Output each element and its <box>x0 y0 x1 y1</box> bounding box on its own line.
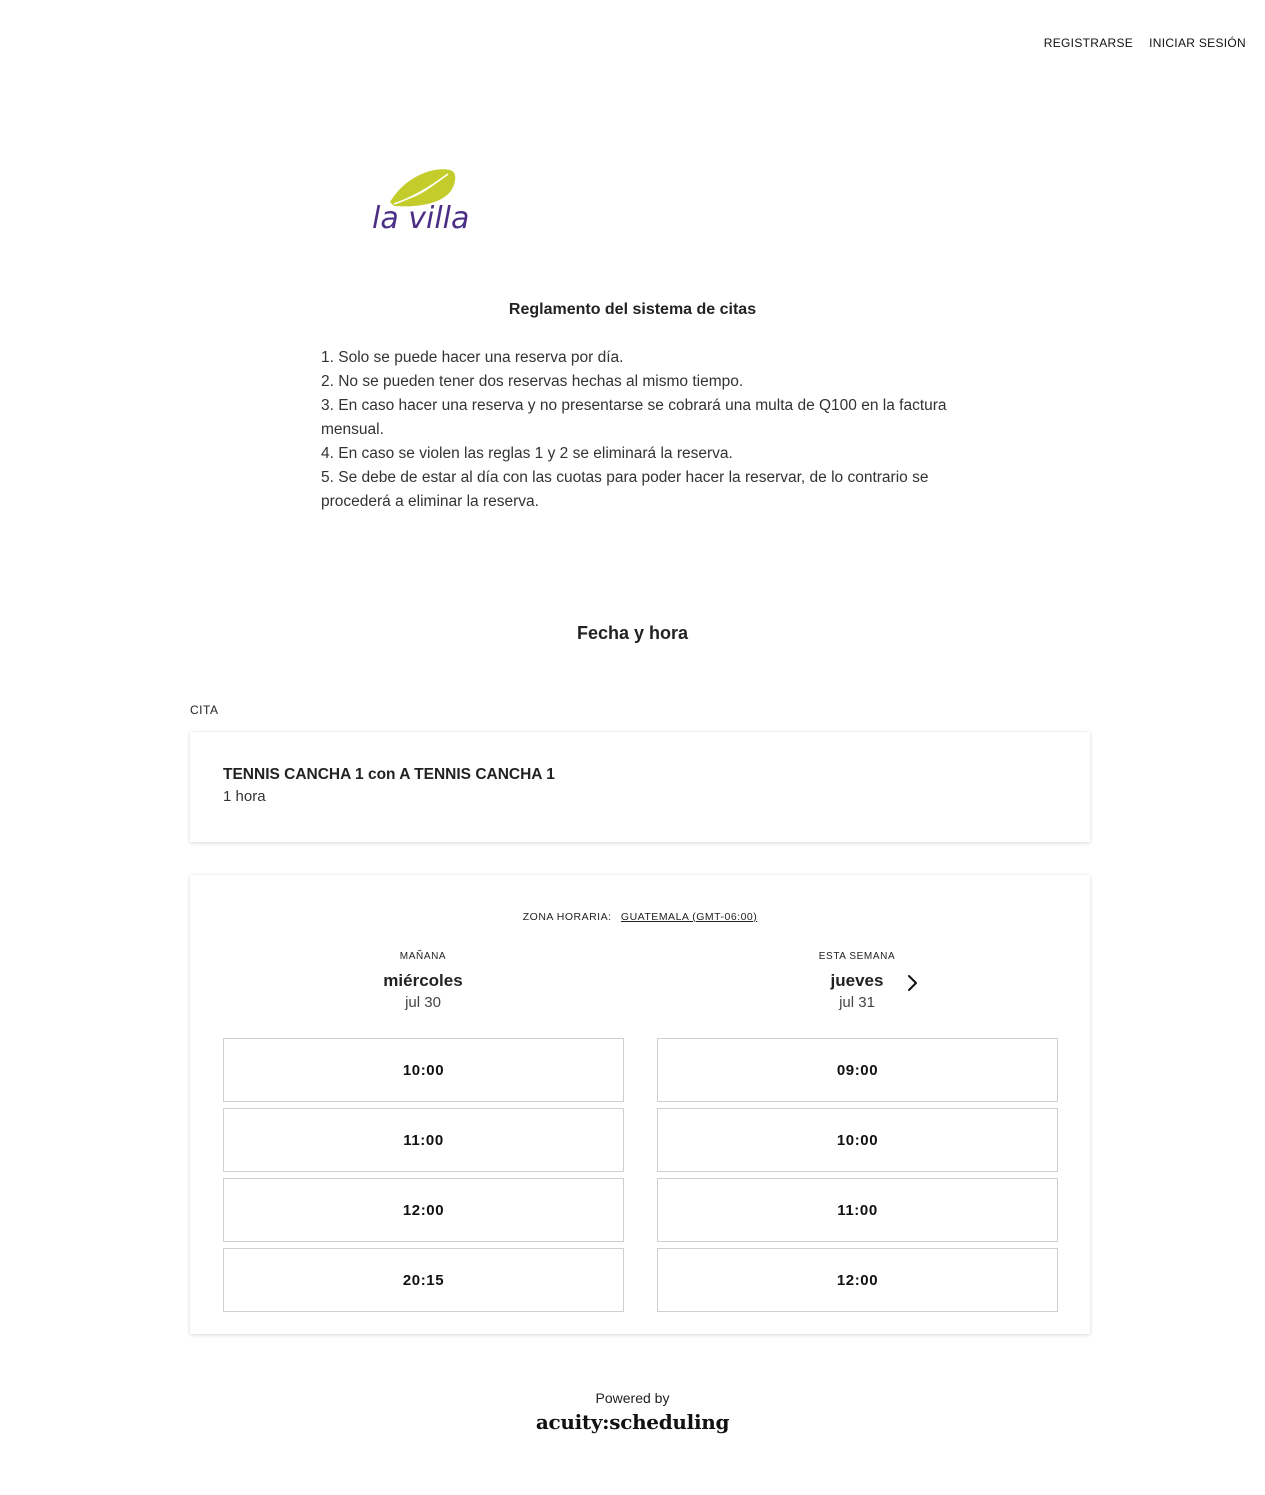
appointment-duration: 1 hora <box>223 788 266 805</box>
section-title: Fecha y hora <box>576 623 689 643</box>
chevron-right-icon[interactable] <box>902 973 922 993</box>
time-slot-button[interactable]: 11:00 <box>657 1178 1058 1242</box>
day-date: jul 31 <box>839 994 875 1011</box>
rule-item: 1. Solo se puede hacer una reserva por d… <box>321 349 624 366</box>
login-link[interactable]: INICIAR SESIÓN <box>1149 36 1246 50</box>
rules-title: Reglamento del sistema de citas <box>508 301 757 318</box>
time-slots-wednesday: 10:00 11:00 12:00 20:15 <box>223 1038 624 1318</box>
appointment-card[interactable]: TENNIS CANCHA 1 con A TENNIS CANCHA 1 1 … <box>190 732 1090 842</box>
appointment-label: CITA <box>190 703 219 717</box>
timezone-label: ZONA HORARIA: <box>522 911 612 923</box>
powered-by-label: Powered by <box>595 1390 670 1406</box>
day-name: miércoles <box>383 971 463 990</box>
top-nav: REGISTRARSE INICIAR SESIÓN <box>1044 36 1246 50</box>
time-slot-button[interactable]: 20:15 <box>223 1248 624 1312</box>
rule-item: 5. Se debe de estar al día con las cuota… <box>321 469 929 510</box>
rule-item: 3. En caso hacer una reserva y no presen… <box>321 397 947 438</box>
calendar-card: ZONA HORARIA: GUATEMALA (GMT-06:00) MAÑA… <box>190 875 1090 1334</box>
register-link[interactable]: REGISTRARSE <box>1044 36 1133 50</box>
svg-text:la villa: la villa <box>372 201 469 236</box>
day-header-thursday: ESTA SEMANA jueves jul 31 <box>657 951 1057 1011</box>
time-slot-button[interactable]: 11:00 <box>223 1108 624 1172</box>
day-header-wednesday: MAÑANA miércoles jul 30 <box>223 951 623 1011</box>
time-slot-button[interactable]: 12:00 <box>657 1248 1058 1312</box>
rule-item: 4. En caso se violen las reglas 1 y 2 se… <box>321 445 733 462</box>
day-date: jul 30 <box>405 994 441 1011</box>
time-slot-button[interactable]: 12:00 <box>223 1178 624 1242</box>
rules-list: 1. Solo se puede hacer una reserva por d… <box>321 346 951 514</box>
day-name: jueves <box>830 971 884 990</box>
time-slot-button[interactable]: 10:00 <box>223 1038 624 1102</box>
day-tag: MAÑANA <box>399 951 447 962</box>
time-slot-button[interactable]: 09:00 <box>657 1038 1058 1102</box>
time-slots-thursday: 09:00 10:00 11:00 12:00 <box>657 1038 1058 1318</box>
day-tag: ESTA SEMANA <box>818 951 896 962</box>
timezone-row: ZONA HORARIA: GUATEMALA (GMT-06:00) <box>190 911 1090 923</box>
appointment-name: TENNIS CANCHA 1 con A TENNIS CANCHA 1 <box>223 766 555 783</box>
timezone-selector[interactable]: GUATEMALA (GMT-06:00) <box>621 911 757 923</box>
la-villa-logo: la villa <box>370 164 480 236</box>
rule-item: 2. No se pueden tener dos reservas hecha… <box>321 373 744 390</box>
time-slot-button[interactable]: 10:00 <box>657 1108 1058 1172</box>
acuity-scheduling-logo[interactable]: acuity:scheduling <box>0 1410 1265 1434</box>
